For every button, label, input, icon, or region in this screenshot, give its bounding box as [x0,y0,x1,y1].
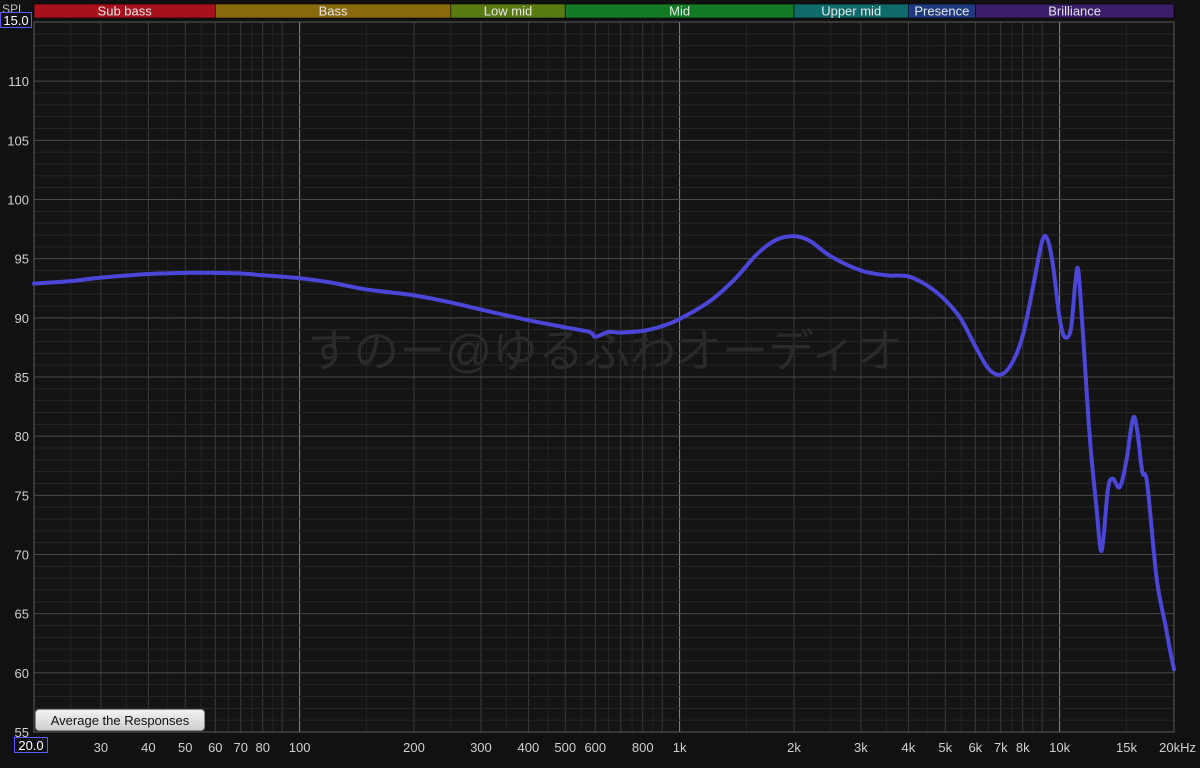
x-tick-label: 6k [968,740,982,755]
x-axis: 30 40 50 60 70 80 100 200 300 400 500 600 800 1k 2k 3k 4… [94,740,1196,755]
y-tick-label: 80 [15,429,29,444]
y-tick-label: 70 [15,548,29,563]
band-label: Brilliance [1048,4,1101,19]
y-tick-label: 60 [15,666,29,681]
x-tick-label: 100 [289,740,311,755]
x-tick-label: 4k [902,740,916,755]
x-tick-label: 70 [234,740,248,755]
x-tick-label: 1k [673,740,687,755]
x-tick-label: 300 [470,740,492,755]
y-tick-label: 100 [7,193,29,208]
y-tick-label: 75 [15,488,29,503]
x-tick-label: 7k [994,740,1008,755]
band-label: Presence [914,4,969,19]
x-tick-label: 800 [632,740,654,755]
x-tick-label: 400 [518,740,540,755]
graph-window: Sub bass Bass Low mid Mid Upper mid Presence B… [0,0,1200,768]
y-tick-label: 110 [8,74,29,89]
y-tick-label: 95 [15,252,29,267]
x-tick-label: 8k [1016,740,1030,755]
x-tick-label: 50 [178,740,192,755]
y-axis: 110105100959085807570656055 [7,74,29,740]
x-tick-label: 5k [938,740,952,755]
band-label: Low mid [484,4,532,19]
x-tick-label: 3k [854,740,868,755]
band-label: Upper mid [821,4,881,19]
y-tick-label: 85 [15,370,29,385]
x-tick-label: 15k [1116,740,1137,755]
x-tick-label: 20kHz [1159,740,1196,755]
grid [33,21,1175,733]
y-tick-label: 90 [15,311,29,326]
x-tick-label: 600 [584,740,606,755]
x-tick-label: 2k [787,740,801,755]
x-tick-label: 80 [256,740,270,755]
x-tick-label: 60 [208,740,222,755]
x-tick-label: 30 [94,740,108,755]
average-responses-button[interactable]: Average the Responses [35,709,205,731]
x-tick-label: 10k [1049,740,1070,755]
y-tick-label: 105 [7,133,29,148]
x-tick-label: 40 [141,740,155,755]
band-label: Sub bass [98,4,153,19]
frequency-response-chart: Sub bass Bass Low mid Mid Upper mid Presence B… [7,4,1196,756]
x-tick-label: 500 [554,740,576,755]
band-label: Bass [319,4,348,19]
y-max-field[interactable]: 15.0 [0,12,32,28]
band-label: Mid [669,4,690,19]
x-tick-label: 200 [403,740,425,755]
y-tick-label: 65 [15,607,29,622]
x-min-field[interactable]: 20.0 [14,737,48,753]
